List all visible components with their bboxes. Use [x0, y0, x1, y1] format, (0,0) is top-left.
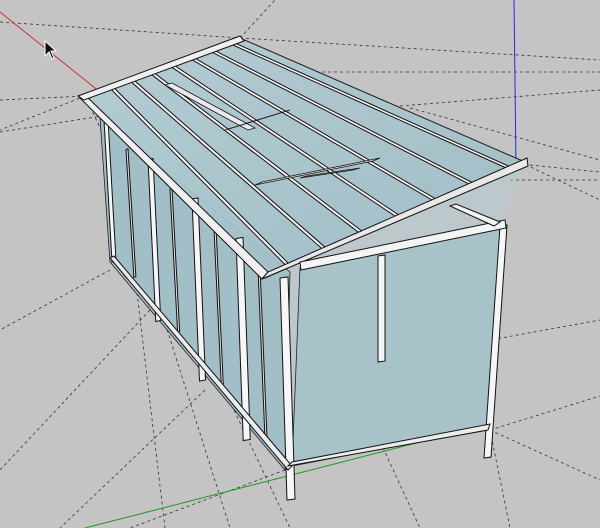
arrow-cursor-icon	[44, 40, 58, 60]
end-wall-post	[377, 254, 386, 363]
modeling-viewport[interactable]	[0, 0, 600, 528]
3d-scene[interactable]	[0, 0, 600, 528]
